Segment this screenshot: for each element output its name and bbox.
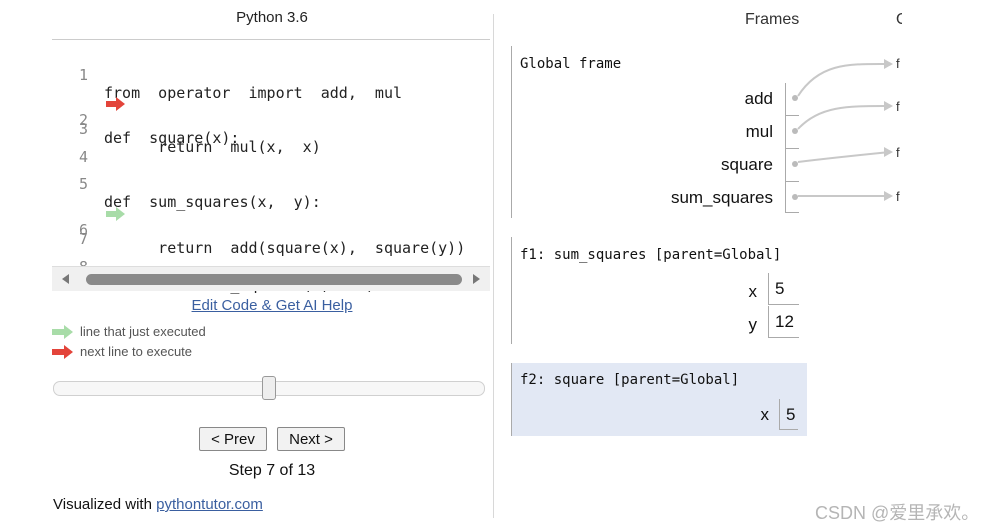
arrowhead-icon — [884, 59, 893, 69]
pointer-square — [797, 151, 891, 163]
function-object-stub: f — [896, 56, 900, 71]
function-object-stub: f — [896, 99, 900, 114]
pointer-mul — [797, 104, 891, 130]
csdn-watermark: CSDN @爱里承欢。 — [815, 503, 980, 523]
arrowhead-icon — [884, 147, 893, 157]
arrowhead-icon — [884, 191, 893, 201]
arrowhead-icon — [884, 101, 893, 111]
pointer-add — [797, 62, 891, 97]
function-object-stub: f — [896, 189, 900, 204]
pointer-arrows — [797, 59, 893, 201]
function-object-stub: f — [896, 145, 900, 160]
